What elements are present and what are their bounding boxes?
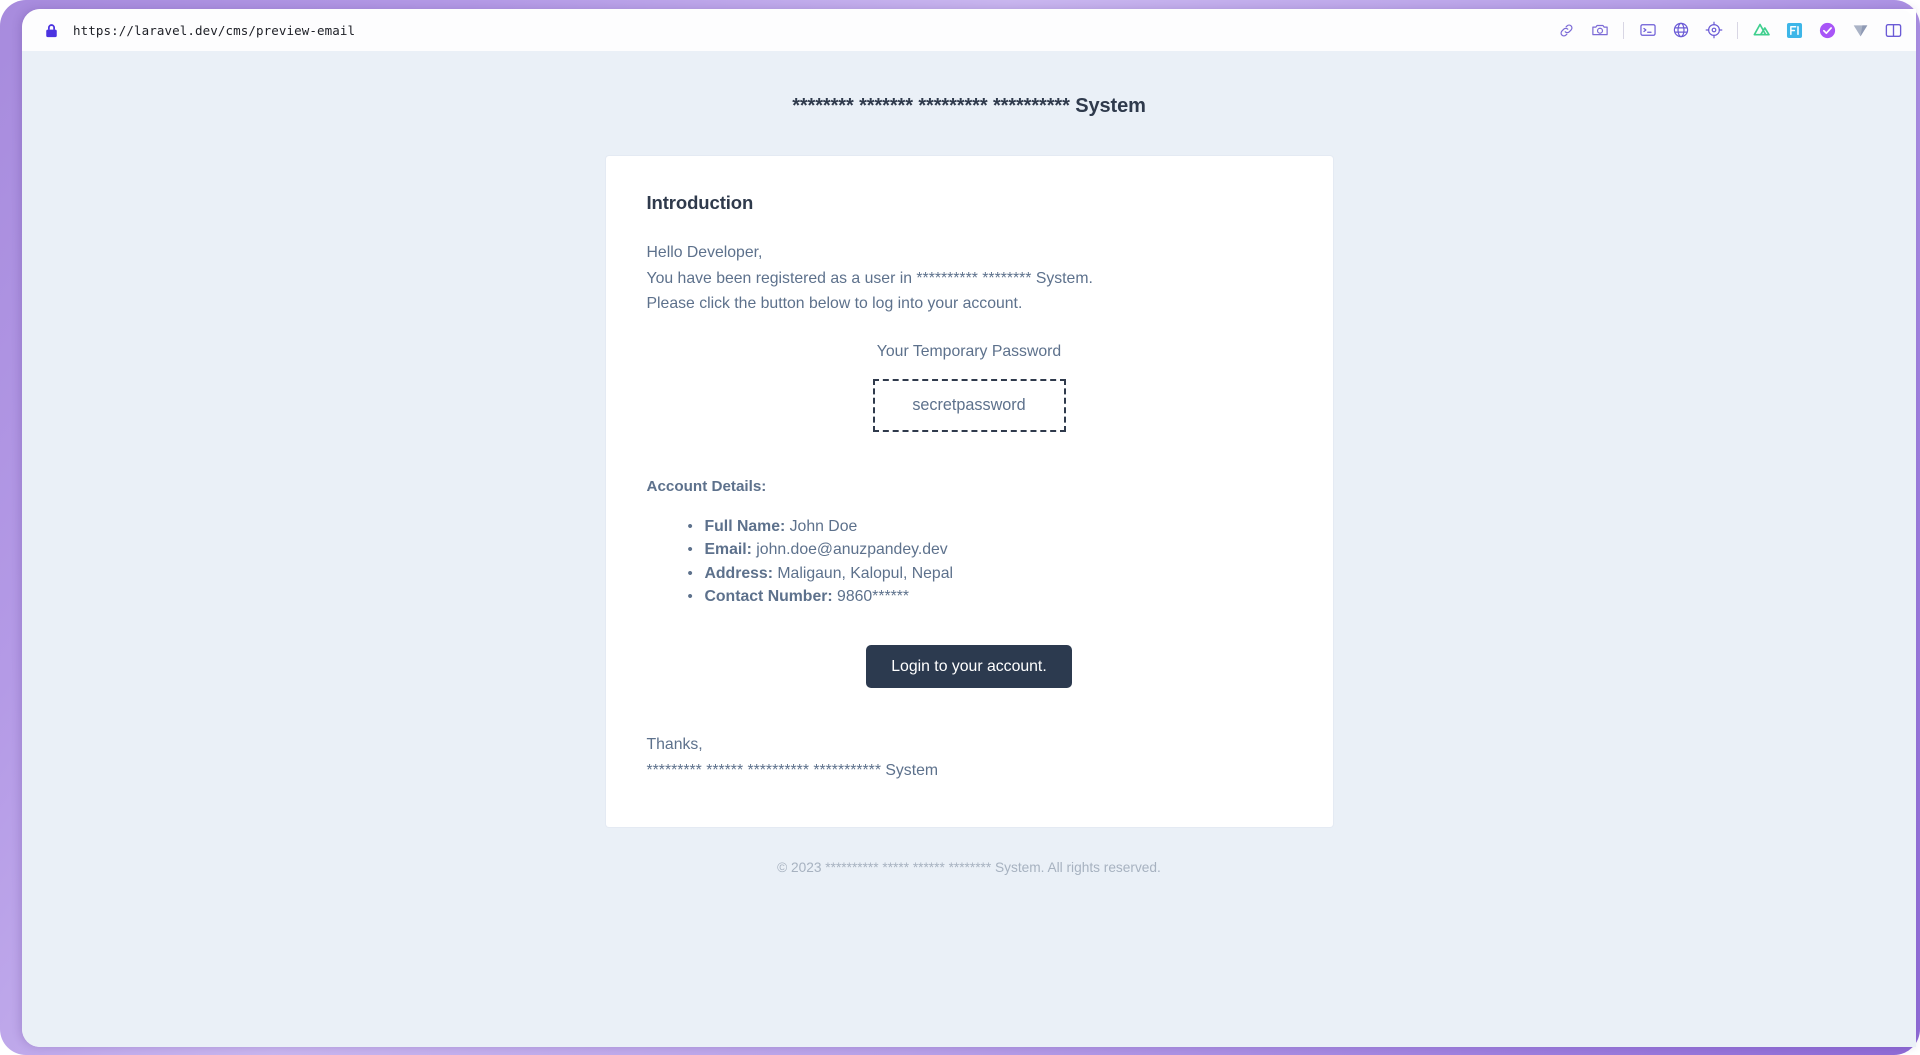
temporary-password-block: Your Temporary Password secretpassword <box>647 343 1292 432</box>
temporary-password-box[interactable]: secretpassword <box>872 378 1066 432</box>
vuetify-extension-icon <box>1853 24 1868 36</box>
fi-extension-icon <box>1786 22 1803 38</box>
target-icon-button[interactable] <box>1697 15 1730 45</box>
account-detail-key: Contact Number: <box>704 588 833 605</box>
intro-heading: Introduction <box>646 192 754 213</box>
vuetify-extension-icon-button[interactable] <box>1844 15 1877 45</box>
camera-icon-button[interactable] <box>1583 15 1616 45</box>
terminal-icon-button[interactable] <box>1631 15 1664 45</box>
account-details-heading: Account Details: <box>646 477 767 495</box>
login-button[interactable]: Login to your account. <box>866 644 1072 689</box>
url-text[interactable]: https://laravel.dev/cms/preview-email <box>73 23 355 38</box>
browser-toolbar: https://laravel.dev/cms/preview-email <box>22 9 1916 51</box>
link-icon <box>1560 23 1573 37</box>
account-detail-value: Maligaun, Kalopul, Nepal <box>777 564 954 582</box>
target-icon <box>1705 21 1722 39</box>
signature-text: ********* ****** ********** *********** … <box>646 761 939 779</box>
email-preview: ******** ******* ********* ********** Sy… <box>22 51 1916 875</box>
camera-icon <box>1591 24 1608 36</box>
fi-extension-icon-button[interactable] <box>1778 15 1811 45</box>
login-button-row: Login to your account. <box>647 644 1292 689</box>
greeting-text: Hello Developer, <box>646 244 763 261</box>
account-detail-key: Email: <box>704 541 752 558</box>
instruction-text: Please click the button below to log int… <box>646 295 1023 312</box>
globe-icon <box>1673 22 1688 38</box>
email-title: ******** ******* ********* ********** Sy… <box>792 95 1146 117</box>
terminal-icon <box>1639 24 1656 36</box>
account-detail-key: Full Name: <box>704 517 786 535</box>
check-extension-icon-button[interactable] <box>1811 15 1844 45</box>
nuxt-extension-icon <box>1753 23 1770 36</box>
browser-frame: https://laravel.dev/cms/preview-email **… <box>0 0 1920 1055</box>
globe-icon-button[interactable] <box>1664 15 1697 45</box>
account-detail-key: Address: <box>704 564 773 582</box>
signoff-block: Thanks, ********* ****** ********** ****… <box>647 732 1292 783</box>
browser-window: https://laravel.dev/cms/preview-email **… <box>22 9 1916 1047</box>
list-item: Full Name: John Doe <box>688 515 1292 539</box>
account-detail-value: 9860****** <box>837 588 910 605</box>
page-viewport: ******** ******* ********* ********** Sy… <box>22 51 1916 1047</box>
check-extension-icon <box>1819 22 1836 38</box>
account-detail-value: John Doe <box>789 517 858 535</box>
temporary-password-label: Your Temporary Password <box>876 342 1062 360</box>
toolbar-divider-2 <box>1737 21 1738 39</box>
nuxt-extension-icon-button[interactable] <box>1745 15 1778 45</box>
thanks-text: Thanks, <box>646 736 703 754</box>
list-item: Contact Number: 9860****** <box>688 585 1292 609</box>
link-icon-button[interactable] <box>1550 15 1583 45</box>
toolbar-icon-group <box>1550 15 1910 45</box>
lock-icon <box>46 23 57 37</box>
split-panel-icon-button[interactable] <box>1877 15 1910 45</box>
account-detail-value: john.doe@anuzpandey.dev <box>756 541 948 558</box>
list-item: Email: john.doe@anuzpandey.dev <box>688 538 1292 562</box>
registered-text: You have been registered as a user in **… <box>646 269 1093 287</box>
toolbar-divider-1 <box>1623 21 1624 39</box>
account-details-list: Full Name: John Doe Email: john.doe@anuz… <box>647 515 1292 609</box>
email-footer: © 2023 ********** ***** ****** ******** … <box>777 860 1161 876</box>
temporary-password-value: secretpassword <box>912 395 1026 414</box>
split-panel-icon <box>1885 23 1902 37</box>
email-card: Introduction Hello Developer, You have b… <box>605 156 1333 828</box>
list-item: Address: Maligaun, Kalopul, Nepal <box>688 562 1292 586</box>
